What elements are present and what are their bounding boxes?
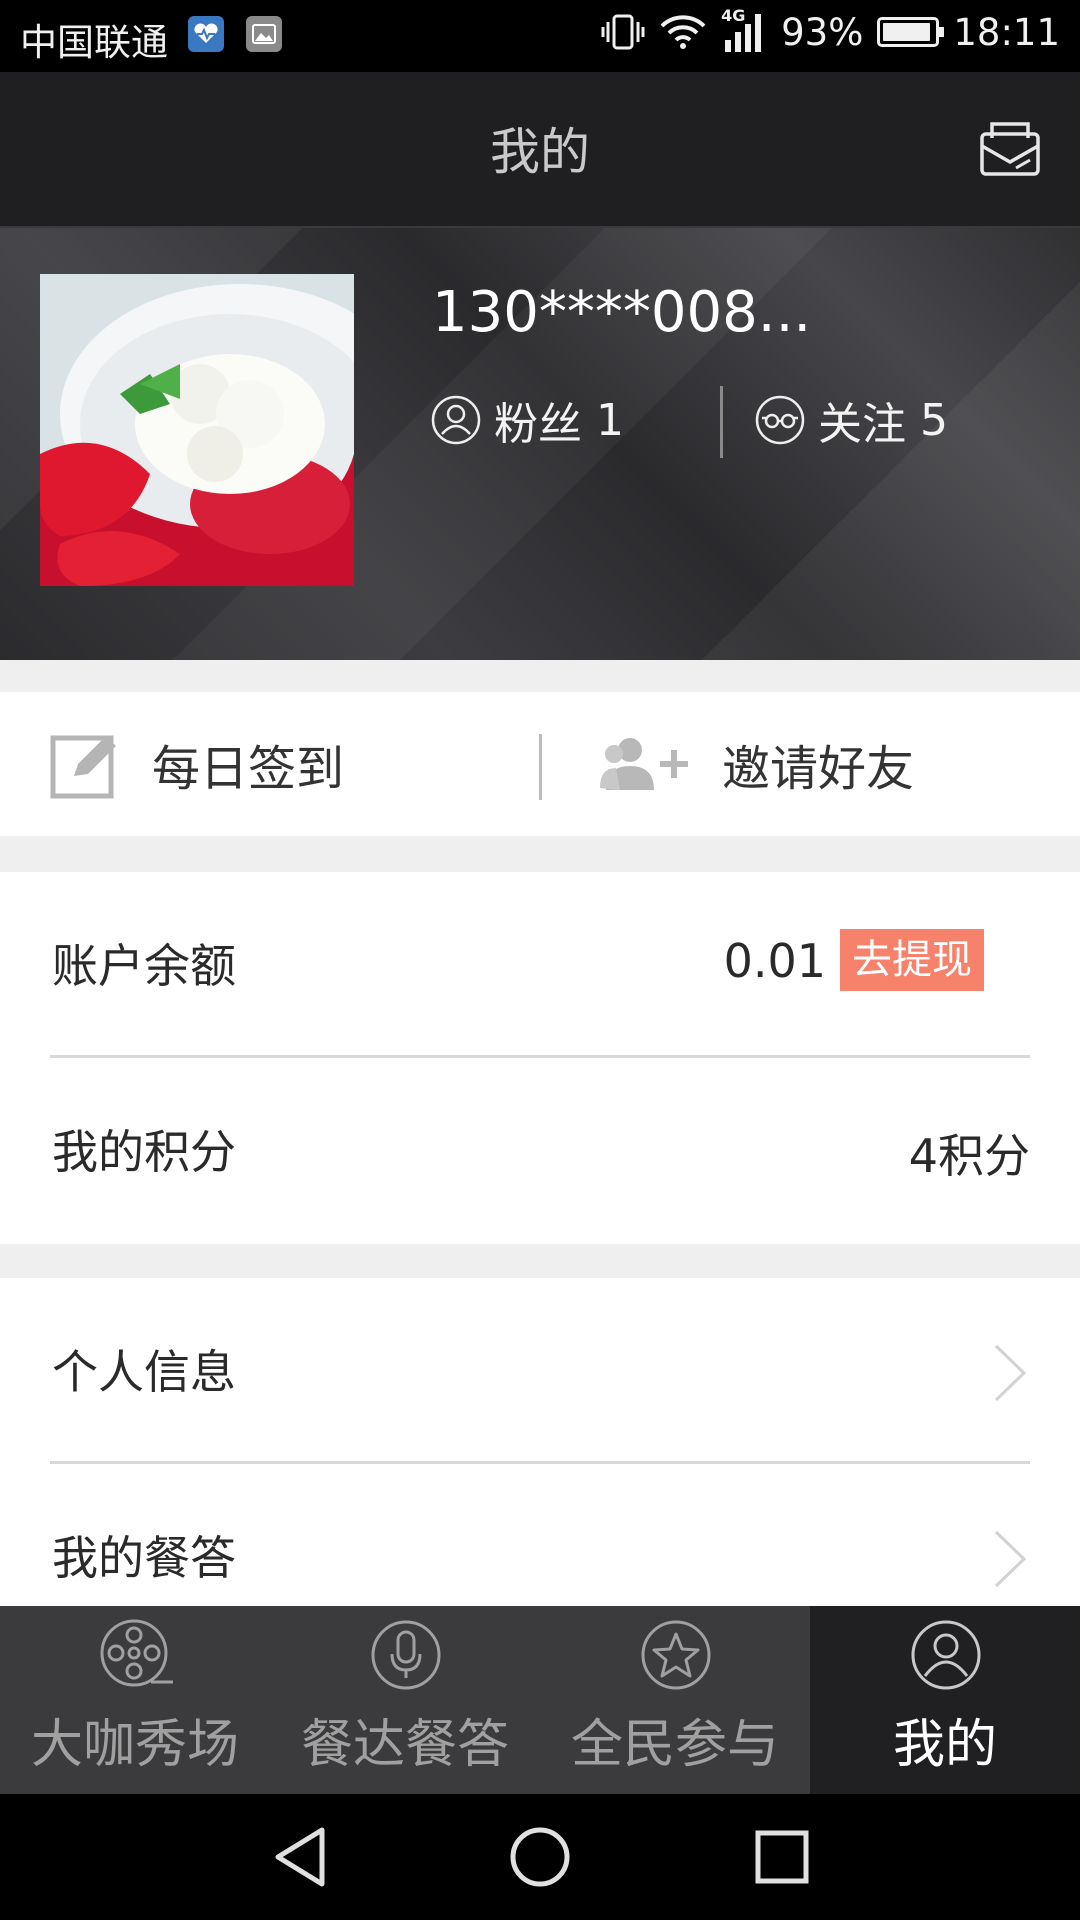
tab-qa[interactable]: 餐达餐答: [270, 1606, 540, 1794]
edit-icon: [50, 735, 116, 799]
mail-icon[interactable]: [978, 116, 1042, 180]
follow-label: 关注: [818, 399, 906, 450]
invite-friends-button[interactable]: 邀请好友: [600, 692, 914, 836]
tab-label: 餐达餐答: [300, 1715, 509, 1775]
daily-checkin-button[interactable]: 每日签到: [50, 692, 344, 836]
page-title: 我的: [490, 123, 590, 181]
wifi-icon: [660, 15, 706, 49]
bottom-tab-bar: 大咖秀场 餐达餐答 全民参与 我的: [0, 1606, 1080, 1794]
balance-value: 0.01: [723, 934, 826, 988]
username: 130****008...: [432, 280, 812, 345]
user-circle-icon: [431, 395, 481, 445]
wallet-section: 账户余额 0.01 去提现 我的积分 4积分: [0, 872, 1080, 1244]
tab-label: 我的: [892, 1715, 997, 1775]
checkin-label: 每日签到: [152, 741, 345, 797]
balance-label: 账户余额: [52, 939, 236, 993]
back-icon[interactable]: [270, 1824, 330, 1890]
microphone-icon: [371, 1620, 441, 1690]
status-right: 4G 93% 18:11: [601, 6, 1060, 54]
chevron-right-icon: [994, 1344, 1027, 1402]
tab-label: 大咖秀场: [30, 1715, 239, 1775]
star-icon: [641, 1620, 711, 1690]
points-row[interactable]: 我的积分 4积分: [50, 1058, 1030, 1244]
tab-label: 全民参与: [570, 1715, 779, 1775]
points-label: 我的积分: [52, 1125, 236, 1179]
tab-mine[interactable]: 我的: [810, 1606, 1080, 1794]
action-divider: [539, 734, 542, 800]
menu-section: 个人信息 我的餐答: [0, 1278, 1080, 1606]
my-answers-label: 我的餐答: [52, 1531, 236, 1585]
personal-info-label: 个人信息: [52, 1345, 236, 1399]
carrier-label: 中国联通: [20, 21, 168, 64]
title-bar: 我的: [0, 72, 1080, 228]
action-row: 每日签到 邀请好友: [0, 692, 1080, 836]
battery-percent: 93%: [781, 10, 864, 54]
recents-icon[interactable]: [752, 1824, 812, 1890]
profile-header: 130****008... 粉丝 1 关注 5: [0, 228, 1080, 660]
invite-label: 邀请好友: [722, 741, 915, 797]
fans-count: 1: [596, 394, 624, 446]
gallery-icon: [246, 16, 282, 52]
signal-icon: 4G: [721, 6, 767, 54]
notification-icons: [188, 16, 282, 52]
add-friend-icon: [600, 738, 688, 790]
fans-stat[interactable]: 粉丝 1: [430, 388, 624, 452]
tab-participate[interactable]: 全民参与: [540, 1606, 810, 1794]
film-reel-icon: [100, 1619, 173, 1687]
clock: 18:11: [953, 10, 1060, 54]
tab-showcase[interactable]: 大咖秀场: [0, 1606, 270, 1794]
withdraw-button[interactable]: 去提现: [840, 929, 984, 991]
follow-stat[interactable]: 关注 5: [754, 388, 948, 452]
status-bar: 中国联通 4G 93% 18:11: [0, 0, 1080, 72]
system-nav-bar: [0, 1794, 1080, 1920]
stat-divider: [720, 386, 723, 458]
user-icon: [911, 1620, 981, 1690]
battery-icon: [877, 17, 945, 47]
balance-row: 账户余额 0.01 去提现: [50, 872, 1030, 1058]
health-app-icon: [188, 16, 224, 52]
chevron-right-icon: [994, 1530, 1027, 1588]
fans-label: 粉丝: [494, 399, 582, 450]
vibrate-icon: [601, 14, 645, 50]
home-icon[interactable]: [508, 1824, 572, 1890]
personal-info-row[interactable]: 个人信息: [50, 1278, 1030, 1464]
avatar[interactable]: [40, 274, 354, 586]
follow-count: 5: [920, 394, 948, 446]
points-value: 4积分: [908, 1129, 1030, 1183]
glasses-icon: [755, 395, 805, 445]
